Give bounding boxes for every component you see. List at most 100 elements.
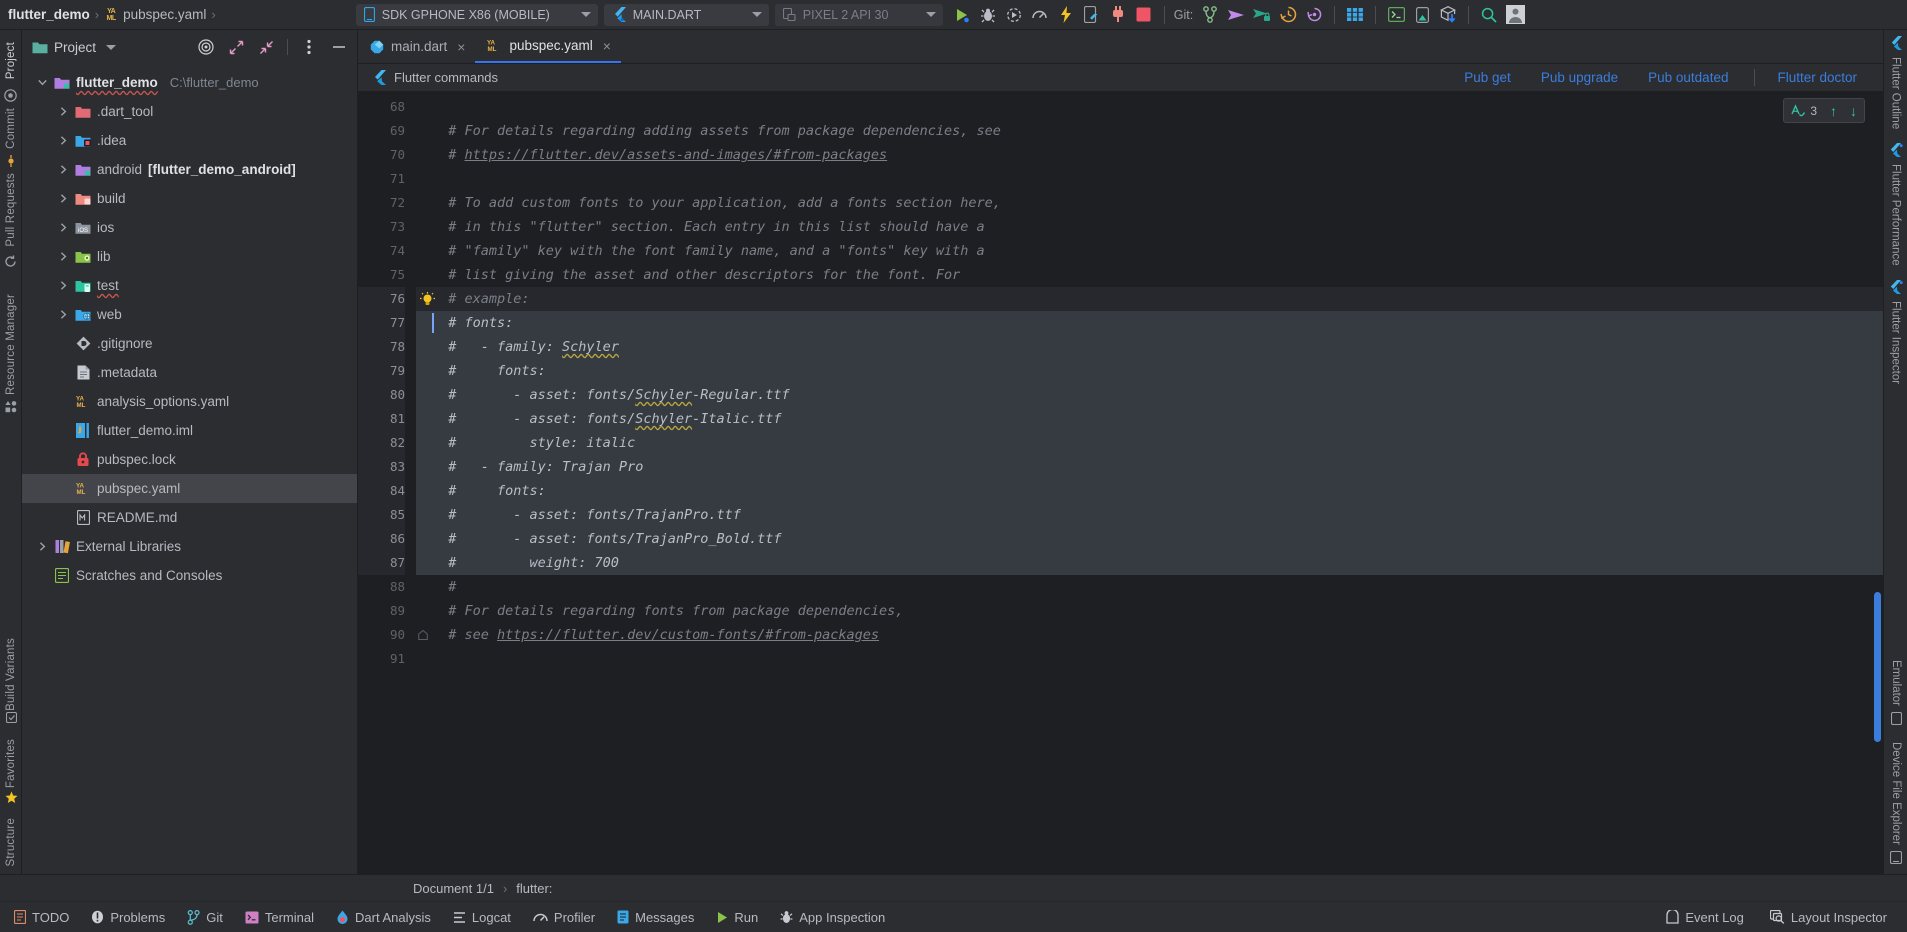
- tool-window-emulator[interactable]: Emulator: [1890, 660, 1902, 706]
- run-config-selector[interactable]: MAIN.DART: [603, 3, 769, 26]
- run-icon[interactable]: [949, 2, 975, 28]
- code-line[interactable]: #: [416, 575, 1883, 599]
- tool-window-button-profiler[interactable]: Profiler: [533, 910, 608, 925]
- editor-scrollbar[interactable]: [1874, 592, 1881, 742]
- code-line[interactable]: # fonts:: [416, 311, 1883, 335]
- inspection-widget[interactable]: 3 ↑ ↓: [1783, 98, 1865, 123]
- close-icon[interactable]: ×: [457, 39, 465, 55]
- chevron-right-icon[interactable]: [57, 251, 69, 263]
- device-selector[interactable]: SDK GPHONE X86 (MOBILE): [355, 3, 598, 26]
- code-line[interactable]: [416, 167, 1883, 191]
- chevron-down-icon[interactable]: [106, 44, 117, 50]
- tool-window-flutter-performance[interactable]: Flutter Performance: [1890, 164, 1902, 266]
- pub-get-link[interactable]: Pub get: [1464, 70, 1511, 85]
- tree-node-analysis-options-yaml[interactable]: YA ML analysis_options.yaml: [22, 387, 357, 416]
- tool-window-resource-manager[interactable]: Resource Manager: [5, 294, 17, 395]
- code-line[interactable]: # fonts:: [416, 359, 1883, 383]
- tree-node--idea[interactable]: .idea: [22, 126, 357, 155]
- code-line[interactable]: # weight: 700: [416, 551, 1883, 575]
- document-indicator[interactable]: Document 1/1: [413, 881, 494, 896]
- more-icon[interactable]: [297, 35, 321, 59]
- chevron-right-icon[interactable]: [57, 222, 69, 234]
- close-icon[interactable]: ×: [603, 38, 611, 54]
- tool-window-button-event-log[interactable]: Event Log: [1666, 910, 1744, 925]
- tool-window-flutter-outline[interactable]: Flutter Outline: [1890, 57, 1902, 129]
- emulator-selector[interactable]: PIXEL 2 API 30: [774, 3, 943, 26]
- push-icon[interactable]: [1223, 2, 1249, 28]
- tool-window-button-problems[interactable]: Problems: [91, 910, 178, 925]
- project-tree[interactable]: flutter_demo C:\flutter_demo .dart_tool .id…: [22, 64, 357, 874]
- code-line[interactable]: # "family" key with the font family name…: [416, 239, 1883, 263]
- code-line[interactable]: # see https://flutter.dev/custom-fonts/#…: [416, 623, 1883, 647]
- tool-window-button-messages[interactable]: Messages: [617, 910, 707, 925]
- chevron-right-icon[interactable]: [57, 164, 69, 176]
- tree-node--metadata[interactable]: .metadata: [22, 358, 357, 387]
- branch-icon[interactable]: [1197, 2, 1223, 28]
- tool-window-build-variants[interactable]: Build Variants: [5, 638, 17, 711]
- target-icon[interactable]: [194, 35, 218, 59]
- code-line[interactable]: # https://flutter.dev/assets-and-images/…: [416, 143, 1883, 167]
- avatar-icon[interactable]: [1502, 2, 1528, 28]
- tree-node-lib[interactable]: lib: [22, 242, 357, 271]
- code-line[interactable]: # - asset: fonts/TrajanPro_Bold.ttf: [416, 527, 1883, 551]
- chevron-right-icon[interactable]: [57, 135, 69, 147]
- tool-window-project[interactable]: Project: [5, 42, 17, 79]
- code-line[interactable]: # For details regarding adding assets fr…: [416, 119, 1883, 143]
- code-line[interactable]: # For details regarding fonts from packa…: [416, 599, 1883, 623]
- stop-icon[interactable]: [1131, 2, 1157, 28]
- search-icon[interactable]: [1476, 2, 1502, 28]
- code-line[interactable]: # - family: Trajan Pro: [416, 455, 1883, 479]
- tool-window-device-file-explorer[interactable]: Device File Explorer: [1890, 742, 1902, 845]
- code-line[interactable]: # - asset: fonts/Schyler-Italic.ttf: [416, 407, 1883, 431]
- tool-window-commit[interactable]: Commit: [5, 108, 17, 149]
- code-content[interactable]: # For details regarding adding assets fr…: [416, 92, 1883, 874]
- chevron-right-icon[interactable]: [57, 193, 69, 205]
- inspection-prev-arrow[interactable]: ↑: [1830, 103, 1837, 119]
- pull-icon[interactable]: [1249, 2, 1275, 28]
- tool-window-button-terminal[interactable]: Terminal: [245, 910, 327, 925]
- rollback-icon[interactable]: [1301, 2, 1327, 28]
- breadcrumb-file[interactable]: pubspec.yaml: [123, 7, 206, 22]
- tool-window-structure[interactable]: Structure: [5, 818, 17, 866]
- tree-node-readme-md[interactable]: README.md: [22, 503, 357, 532]
- tree-node-ios[interactable]: iOS ios: [22, 213, 357, 242]
- status-context[interactable]: flutter:: [516, 881, 552, 896]
- tool-window-button-app-inspection[interactable]: App Inspection: [780, 910, 898, 925]
- tool-window-button-logcat[interactable]: Logcat: [453, 910, 524, 925]
- tree-node-test[interactable]: test: [22, 271, 357, 300]
- editor-tab-pubspec-yaml[interactable]: YA ML pubspec.yaml ×: [475, 30, 621, 63]
- grid-icon[interactable]: [1342, 2, 1368, 28]
- hot-reload-icon[interactable]: [1053, 2, 1079, 28]
- plug-icon[interactable]: [1105, 2, 1131, 28]
- tree-node-flutter-demo-iml[interactable]: flutter_demo.iml: [22, 416, 357, 445]
- code-line[interactable]: # - asset: fonts/TrajanPro.ttf: [416, 503, 1883, 527]
- code-line[interactable]: # - asset: fonts/Schyler-Regular.ttf: [416, 383, 1883, 407]
- tool-window-pull-requests[interactable]: Pull Requests: [5, 173, 17, 247]
- hide-icon[interactable]: [327, 35, 351, 59]
- chevron-right-icon[interactable]: [57, 106, 69, 118]
- tree-node-scratches-and-consoles[interactable]: Scratches and Consoles: [22, 561, 357, 590]
- editor-tab-bar[interactable]: main.dart × YA ML pubspec.yaml ×: [358, 30, 1883, 64]
- tree-node-android[interactable]: android [flutter_demo_android]: [22, 155, 357, 184]
- code-line[interactable]: [416, 95, 1883, 119]
- chevron-down-icon[interactable]: [36, 77, 48, 89]
- code-line[interactable]: [416, 647, 1883, 671]
- code-line[interactable]: # example:: [416, 287, 1883, 311]
- tree-node-pubspec-lock[interactable]: pubspec.lock: [22, 445, 357, 474]
- refresh-icon[interactable]: [4, 255, 17, 268]
- tool-window-flutter-inspector[interactable]: Flutter Inspector: [1890, 301, 1902, 384]
- inspection-next-arrow[interactable]: ↓: [1850, 103, 1857, 119]
- chevron-right-icon[interactable]: [36, 541, 48, 553]
- code-editor[interactable]: 68 69 70 71 72 73 74 75 76 77 78 79 80 81 82 83 84 85 86 87…: [358, 92, 1883, 874]
- terminal-icon[interactable]: [1383, 2, 1409, 28]
- tool-window-button-run[interactable]: Run: [716, 910, 771, 925]
- tree-node-pubspec-yaml[interactable]: YA ML pubspec.yaml: [22, 474, 357, 503]
- device-icon[interactable]: [1409, 2, 1435, 28]
- tree-node--gitignore[interactable]: .gitignore: [22, 329, 357, 358]
- pub-outdated-link[interactable]: Pub outdated: [1648, 70, 1728, 85]
- tool-window-favorites[interactable]: Favorites: [5, 739, 17, 788]
- tree-node-build[interactable]: build: [22, 184, 357, 213]
- expand-icon[interactable]: [224, 35, 248, 59]
- package-icon[interactable]: [1435, 2, 1461, 28]
- tree-node-flutter-demo[interactable]: flutter_demo C:\flutter_demo: [22, 68, 357, 97]
